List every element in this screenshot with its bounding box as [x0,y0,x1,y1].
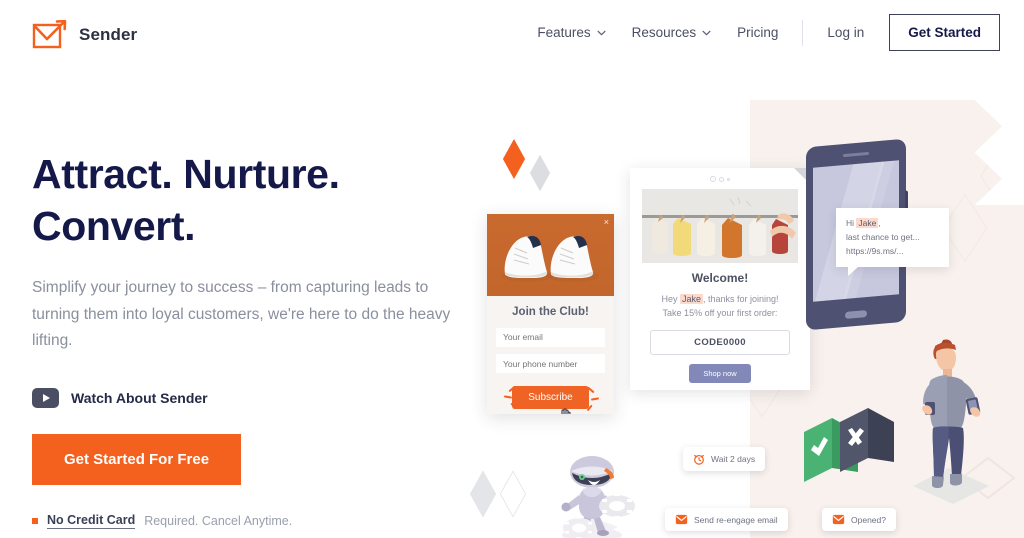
no-credit-card-note: No Credit Card Required. Cancel Anytime. [32,513,472,529]
diamond-decoration [469,470,497,518]
chevron-down-icon [597,30,606,35]
chip-label: Wait 2 days [711,454,756,464]
nav-item-resources[interactable]: Resources [619,15,725,50]
logo-text: Sender [79,25,138,44]
chip-opened[interactable]: Opened? [822,508,896,531]
envelope-icon [832,514,845,525]
nav-divider [802,19,804,46]
gear-icon [563,516,595,538]
get-started-for-free-button[interactable]: Get Started For Free [32,433,242,485]
merge-tag-name: Jake [679,294,703,304]
popup-subscribe-wrap: Subscribe [496,385,605,414]
welcome-email-card: Welcome! Hey Jake, thanks for joining! T… [630,168,810,390]
logo[interactable]: Sender [32,18,137,52]
email-body: Welcome! Hey Jake, thanks for joining! T… [630,263,810,393]
popup-title: Join the Club! [512,306,589,318]
gear-icon [599,493,635,519]
greeting-suffix: , thanks for joining! [702,294,779,304]
popup-phone-input[interactable] [496,354,605,373]
sms-message-card: Hi Jake, last chance to get... https://9… [836,208,949,277]
subscribe-button[interactable]: Subscribe [512,386,589,409]
popup-email-input[interactable] [496,327,605,347]
envelope-check-arrow-icon [32,19,67,49]
note-strong: No Credit Card [47,512,136,529]
chip-send-re-engage-email[interactable]: Send re-engage email [665,508,788,531]
headline-line-2: Convert. [32,203,196,250]
hand-cursor-icon [561,408,571,414]
chip-label: Opened? [851,514,886,525]
diamond-decoration [942,193,988,263]
site-header: Sender Features Resources Pricing Log in [0,0,1024,70]
person-with-phone-illustration [905,336,997,509]
shop-now-button[interactable]: Shop now [689,363,751,383]
sms-link-line: https://9s.ms/... [846,245,904,256]
watch-video-label: Watch About Sender [71,389,208,406]
diamond-decoration [499,470,527,518]
nav-item-label: Resources [631,25,697,40]
sms-greeting-line: Hi Jake, [846,217,940,231]
chip-label: Send re-engage email [694,514,778,525]
square-bullet-icon [32,517,38,524]
headline-line-1: Attract. Nurture. [32,151,340,197]
signup-popup-card: × Join the Club! Your email Your phone n… [487,214,614,414]
popup-body: Join the Club! Subscribe [487,296,614,414]
get-started-button[interactable]: Get Started [889,14,1000,51]
close-icon[interactable]: × [604,217,609,227]
phone-home-button [845,310,867,319]
diamond-decoration [980,151,1012,201]
diamond-decoration [502,138,526,180]
diamond-decoration [529,154,551,192]
nav-item-label: Features [537,25,591,40]
sms-suffix: , [878,218,881,228]
greeting-prefix: Hey [661,294,680,304]
merge-tag-name: Jake [856,218,879,228]
email-heading: Welcome! [691,271,749,285]
sms-body-line: last chance to get... [846,231,920,242]
sms-prefix: Hi [846,218,857,228]
landing-page: Sender Features Resources Pricing Log in [0,0,1024,538]
white-sneakers-photo [501,235,599,282]
coupon-code: CODE0000 [650,329,790,355]
hero-content: Attract. Nurture. Convert. Simplify your… [32,148,472,529]
popup-hero-image: × [487,214,614,296]
page-title: Attract. Nurture. Convert. [32,148,472,253]
email-window-dots [630,168,810,182]
play-icon [32,387,59,408]
email-offer-line: Take 15% off your first order: [662,308,778,319]
chevron-down-icon [702,30,711,35]
phone-speaker [843,151,869,158]
note-rest: Required. Cancel Anytime. [144,513,293,528]
hero-subtitle: Simplify your journey to success – from … [32,278,451,350]
login-link[interactable]: Log in [814,15,877,50]
alarm-clock-icon [694,454,704,465]
envelope-icon [675,514,688,525]
chip-wait-2-days[interactable]: Wait 2 days [683,447,766,471]
main-navigation: Features Resources Pricing Log in Get St… [524,14,1000,51]
nav-item-features[interactable]: Features [524,15,618,50]
sms-bubble-tail [848,267,858,277]
nav-item-pricing[interactable]: Pricing [724,15,791,50]
clothing-rack-photo [642,189,798,263]
email-greeting-line: Hey Jake, thanks for joining! [642,292,798,306]
workflow-block-x [840,408,894,472]
watch-video-link[interactable]: Watch About Sender [32,387,472,408]
nav-item-label: Pricing [737,25,779,40]
